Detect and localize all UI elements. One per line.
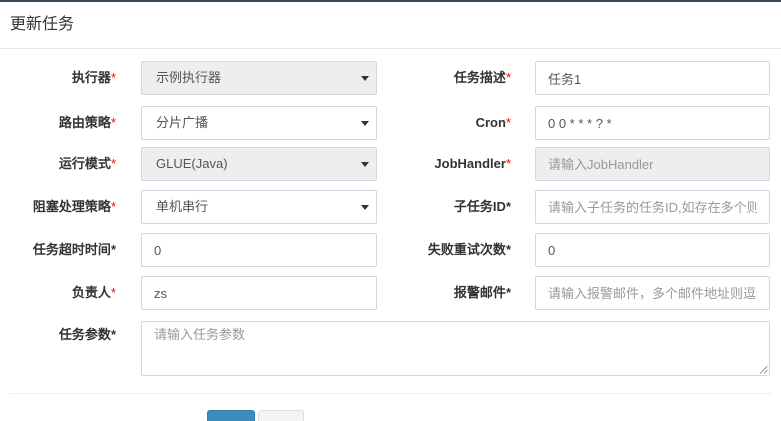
author-input[interactable] — [141, 276, 377, 310]
block-strategy-label: 阻塞处理策略* — [0, 190, 116, 224]
update-task-modal: 更新任务 执行器* 示例执行器 任务描述* 路由策略* 分片广播 Cron* 运… — [0, 0, 781, 421]
cron-label-text: Cron — [475, 115, 506, 130]
block-strategy-select[interactable]: 单机串行 — [141, 190, 377, 224]
required-mark: * — [110, 156, 116, 171]
route-strategy-label-text: 路由策略 — [58, 115, 111, 130]
form-divider — [10, 393, 771, 394]
job-desc-label-text: 任务描述 — [453, 70, 506, 85]
job-handler-label: JobHandler* — [390, 147, 511, 181]
caret-down-icon — [361, 205, 369, 210]
caret-down-icon — [361, 162, 369, 167]
job-handler-input — [535, 147, 770, 181]
required-mark: * — [505, 70, 511, 85]
executor-select-value: 示例执行器 — [156, 70, 222, 85]
fail-retry-label-text: 失败重试次数 — [427, 242, 506, 257]
route-strategy-select[interactable]: 分片广播 — [141, 106, 377, 140]
glue-type-label-text: 运行模式 — [58, 156, 111, 171]
required-mark: * — [110, 285, 116, 300]
modal-title: 更新任务 — [10, 16, 75, 33]
fail-retry-label: 失败重试次数* — [390, 233, 511, 267]
author-label: 负责人* — [0, 276, 116, 310]
timeout-label-text: 任务超时时间 — [32, 242, 111, 257]
executor-select: 示例执行器 — [141, 61, 377, 95]
block-strategy-label-text: 阻塞处理策略 — [32, 199, 111, 214]
glue-type-select: GLUE(Java) — [141, 147, 377, 181]
job-desc-input[interactable] — [535, 61, 770, 95]
timeout-label: 任务超时时间* — [0, 233, 116, 267]
executor-label: 执行器* — [0, 61, 116, 95]
glue-type-label: 运行模式* — [0, 147, 116, 181]
timeout-input[interactable] — [141, 233, 377, 267]
alarm-email-label: 报警邮件* — [390, 276, 511, 310]
job-handler-label-text: JobHandler — [434, 156, 506, 171]
required-mark: * — [110, 199, 116, 214]
resize-handle-icon[interactable] — [759, 365, 768, 374]
executor-param-label-text: 任务参数 — [58, 327, 111, 342]
caret-down-icon — [361, 121, 369, 126]
executor-label-text: 执行器 — [71, 70, 111, 85]
required-mark: * — [110, 70, 116, 85]
executor-param-wrapper — [141, 321, 770, 376]
cron-label: Cron* — [390, 106, 511, 140]
modal-header: 更新任务 — [0, 2, 781, 49]
alarm-email-input[interactable] — [535, 276, 770, 310]
secondary-action-button[interactable] — [258, 410, 304, 421]
glue-type-select-value: GLUE(Java) — [156, 156, 228, 171]
required-mark: * — [110, 242, 116, 257]
required-mark: * — [505, 115, 511, 130]
primary-action-button[interactable] — [207, 410, 255, 421]
executor-param-label: 任务参数* — [0, 321, 116, 349]
required-mark: * — [505, 199, 511, 214]
caret-down-icon — [361, 76, 369, 81]
required-mark: * — [110, 327, 116, 342]
required-mark: * — [505, 156, 511, 171]
alarm-email-label-text: 报警邮件 — [453, 285, 506, 300]
child-job-id-input[interactable] — [535, 190, 770, 224]
executor-param-textarea[interactable] — [141, 321, 770, 376]
required-mark: * — [505, 242, 511, 257]
child-job-id-label: 子任务ID* — [390, 190, 511, 224]
job-desc-label: 任务描述* — [390, 61, 511, 95]
block-strategy-select-value: 单机串行 — [156, 199, 209, 214]
cron-input[interactable] — [535, 106, 770, 140]
author-label-text: 负责人 — [71, 285, 111, 300]
required-mark: * — [505, 285, 511, 300]
fail-retry-input[interactable] — [535, 233, 770, 267]
required-mark: * — [110, 115, 116, 130]
child-job-id-label-text: 子任务ID — [453, 199, 506, 214]
route-strategy-select-value: 分片广播 — [156, 115, 209, 130]
route-strategy-label: 路由策略* — [0, 106, 116, 140]
